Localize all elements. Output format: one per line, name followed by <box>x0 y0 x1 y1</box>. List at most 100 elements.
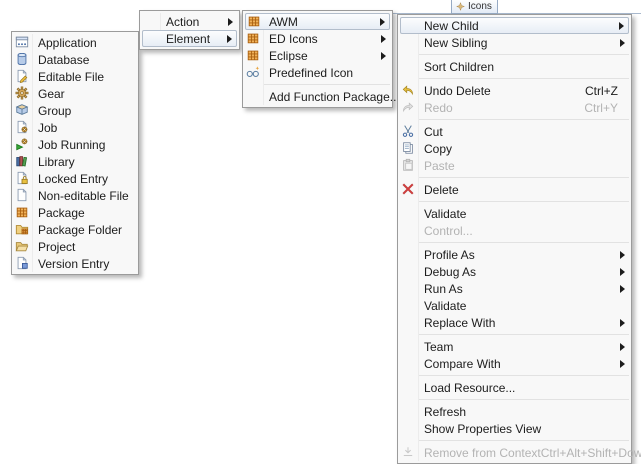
menu-item-replace-with[interactable]: Replace With <box>398 314 631 331</box>
menu-item-load-resource[interactable]: Load Resource... <box>398 379 631 396</box>
menu-item-label: Redo <box>424 101 453 115</box>
menu-item-version-entry[interactable]: Version Entry <box>12 255 138 272</box>
menu-item-label: Validate <box>424 299 466 313</box>
menu-item-job-running[interactable]: Job Running <box>12 136 138 153</box>
menu-item-run-as[interactable]: Run As <box>398 280 631 297</box>
context-menu: New Child New Sibling Sort Children Undo De… <box>397 14 632 464</box>
icons-tab-icon <box>456 2 465 11</box>
packages-menu: AWMED Icons EclipsePredefined Icon Add Fun… <box>242 10 393 108</box>
submenu-arrow-icon <box>620 285 625 293</box>
locked-entry-icon <box>15 171 29 185</box>
menu-item-database[interactable]: Database <box>12 51 138 68</box>
menu-item-job[interactable]: Job <box>12 119 138 136</box>
menu-item-sort-children[interactable]: Sort Children <box>398 58 631 75</box>
menu-item-label: Eclipse <box>269 49 308 63</box>
menu-item-non-editable-file[interactable]: Non-editable File <box>12 187 138 204</box>
submenu-arrow-icon <box>619 22 624 30</box>
menu-item-profile-as[interactable]: Profile As <box>398 246 631 263</box>
submenu-arrow-icon <box>620 268 625 276</box>
menu-item-label: Project <box>38 240 75 254</box>
menu-item-validate[interactable]: Validate <box>398 297 631 314</box>
menu-item-predefined-icon[interactable]: Predefined Icon <box>243 64 392 81</box>
menu-separator <box>419 119 629 120</box>
menu-item-label: New Sibling <box>424 36 487 50</box>
menu-item-label: Show Properties View <box>424 422 541 436</box>
version-entry-icon <box>15 256 29 270</box>
menu-item-awm[interactable]: AWM <box>245 13 390 30</box>
remove-context-icon <box>401 445 415 459</box>
menu-item-show-properties-view[interactable]: Show Properties View <box>398 420 631 437</box>
menu-separator <box>419 375 629 376</box>
menu-item-remove-from-context: Remove from ContextCtrl+Alt+Shift+Down <box>398 444 631 461</box>
project-icon <box>15 239 29 253</box>
submenu-arrow-icon <box>381 52 386 60</box>
menu-item-editable-file[interactable]: Editable File <box>12 68 138 85</box>
database-icon <box>15 52 29 66</box>
paste-icon <box>401 158 415 172</box>
menu-item-label: Application <box>38 36 97 50</box>
application-icon <box>15 35 29 49</box>
menu-item-label: Package <box>38 206 85 220</box>
menu-item-label: Cut <box>424 125 443 139</box>
menu-item-label: Load Resource... <box>424 381 515 395</box>
menu-item-undo-delete[interactable]: Undo DeleteCtrl+Z <box>398 82 631 99</box>
menu-item-compare-with[interactable]: Compare With <box>398 355 631 372</box>
menu-separator <box>419 177 629 178</box>
menu-item-library[interactable]: Library <box>12 153 138 170</box>
menu-separator <box>419 242 629 243</box>
menu-item-package[interactable]: Package <box>12 204 138 221</box>
menu-item-label: Database <box>38 53 89 67</box>
menu-item-application[interactable]: Application <box>12 34 138 51</box>
menu-item-team[interactable]: Team <box>398 338 631 355</box>
menu-item-label: Job Running <box>38 138 105 152</box>
menu-item-ed-icons[interactable]: ED Icons <box>243 30 392 47</box>
menu-item-package-folder[interactable]: Package Folder <box>12 221 138 238</box>
menu-item-label: Copy <box>424 142 452 156</box>
library-icon <box>15 154 29 168</box>
editor-tab-label: Icons <box>468 1 492 12</box>
redo-icon <box>401 100 415 114</box>
package-folder-icon <box>15 222 29 236</box>
menu-item-copy[interactable]: Copy <box>398 140 631 157</box>
package-icon <box>247 14 261 28</box>
menu-item-locked-entry[interactable]: Locked Entry <box>12 170 138 187</box>
menu-item-new-child[interactable]: New Child <box>400 17 629 34</box>
submenu-arrow-icon <box>227 35 232 43</box>
menu-item-label: Team <box>424 340 453 354</box>
menu-item-shortcut: Ctrl+Alt+Shift+Down <box>541 446 641 460</box>
new-element-menu: ActionElement <box>139 10 240 50</box>
menu-item-element[interactable]: Element <box>142 30 237 47</box>
menu-item-label: Undo Delete <box>424 84 491 98</box>
group-icon <box>15 103 29 117</box>
menu-item-label: Profile As <box>424 248 475 262</box>
menu-item-eclipse[interactable]: Eclipse <box>243 47 392 64</box>
menu-item-label: Compare With <box>424 357 501 371</box>
menu-item-validate[interactable]: Validate <box>398 205 631 222</box>
menu-item-new-sibling[interactable]: New Sibling <box>398 34 631 51</box>
submenu-arrow-icon <box>380 18 385 26</box>
menu-separator <box>419 78 629 79</box>
menu-item-refresh[interactable]: Refresh <box>398 403 631 420</box>
menu-item-project[interactable]: Project <box>12 238 138 255</box>
package-icon <box>246 31 260 45</box>
menu-item-add-function-package[interactable]: Add Function Package... <box>243 88 392 105</box>
menu-item-label: Editable File <box>38 70 104 84</box>
non-editable-file-icon <box>15 188 29 202</box>
package-icon <box>15 205 29 219</box>
submenu-arrow-icon <box>620 343 625 351</box>
editor-tab-icons[interactable]: Icons <box>451 0 498 14</box>
submenu-arrow-icon <box>228 18 233 26</box>
package-icon <box>246 48 260 62</box>
menu-item-debug-as[interactable]: Debug As <box>398 263 631 280</box>
menu-item-label: Sort Children <box>424 60 494 74</box>
menu-item-gear[interactable]: Gear <box>12 85 138 102</box>
menu-item-label: New Child <box>424 19 479 33</box>
menu-item-label: Paste <box>424 159 455 173</box>
job-running-icon <box>15 137 29 151</box>
menu-item-label: Non-editable File <box>38 189 129 203</box>
menu-item-action[interactable]: Action <box>140 13 239 30</box>
menu-item-group[interactable]: Group <box>12 102 138 119</box>
menu-item-label: Gear <box>38 87 65 101</box>
menu-item-cut[interactable]: Cut <box>398 123 631 140</box>
menu-item-delete[interactable]: Delete <box>398 181 631 198</box>
